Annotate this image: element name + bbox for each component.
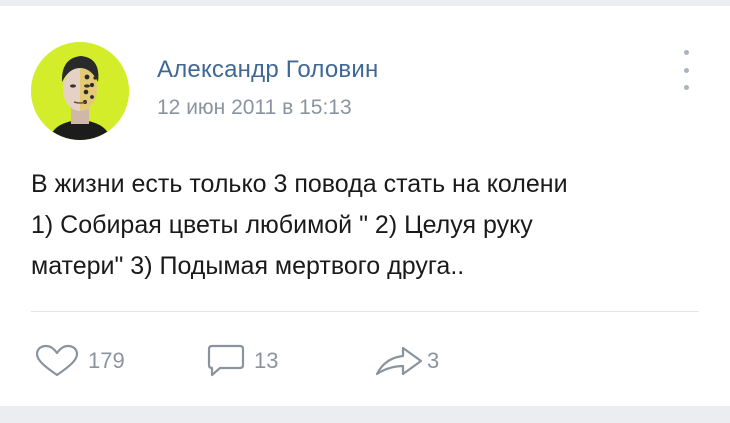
comment-button[interactable]: 13 xyxy=(206,344,278,378)
divider xyxy=(31,311,699,312)
post-text-line: матери" 3) Подымая мертвого друга.. xyxy=(31,252,465,280)
share-count: 3 xyxy=(427,348,440,373)
feed-gap xyxy=(0,406,730,423)
share-button[interactable]: 3 xyxy=(373,344,439,378)
author-name[interactable]: Александр Головин xyxy=(157,56,378,84)
avatar[interactable] xyxy=(31,42,129,140)
heart-icon xyxy=(35,344,79,377)
more-vertical-icon[interactable] xyxy=(676,50,696,90)
comment-icon xyxy=(207,344,245,377)
share-arrow-icon xyxy=(375,346,423,376)
like-button[interactable]: 179 xyxy=(34,344,125,378)
post-text-line: В жизни есть только 3 повода стать на ко… xyxy=(31,170,568,198)
post-date[interactable]: 12 июн 2011 в 15:13 xyxy=(157,96,352,120)
comment-count: 13 xyxy=(254,348,279,373)
avatar-image xyxy=(31,42,129,140)
post-card: Александр Головин 12 июн 2011 в 15:13 В … xyxy=(0,6,730,406)
like-count: 179 xyxy=(88,348,125,373)
post-text: В жизни есть только 3 повода стать на ко… xyxy=(31,164,711,287)
post-text-line: 1) Собирая цветы любимой " 2) Целуя руку xyxy=(31,211,533,239)
